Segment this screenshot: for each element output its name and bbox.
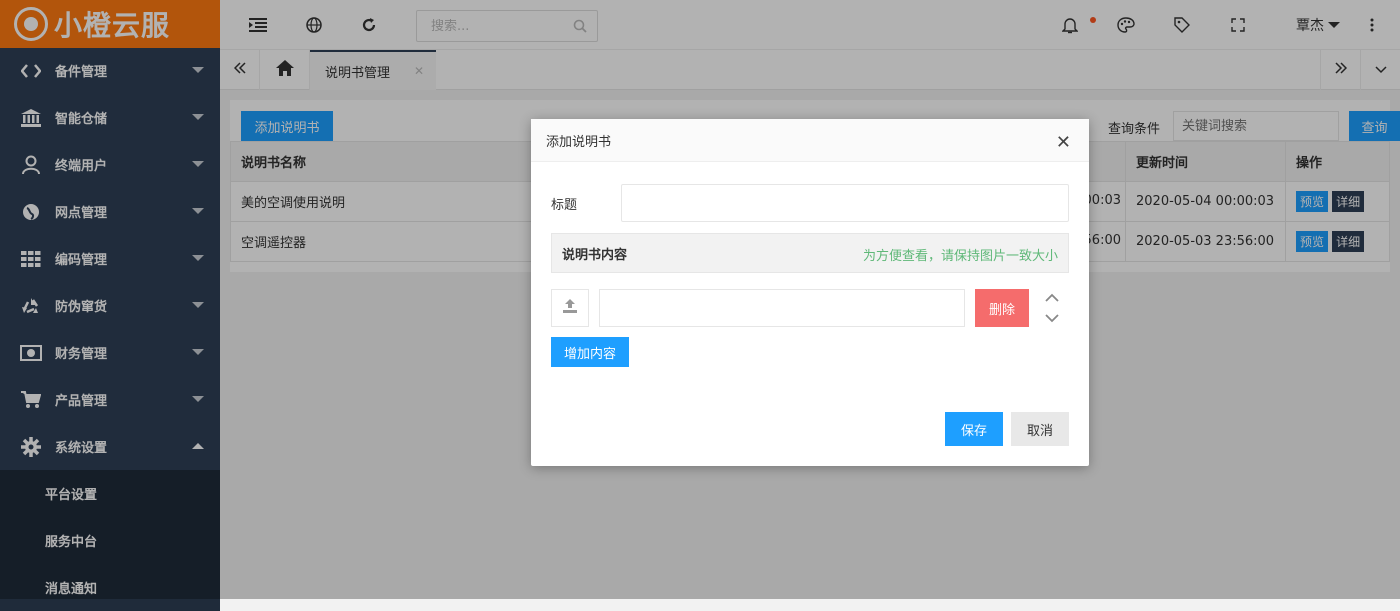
add-content-button[interactable]: 增加内容 <box>551 337 629 367</box>
content-input[interactable] <box>599 289 965 327</box>
title-input[interactable] <box>621 184 1069 222</box>
upload-button[interactable] <box>551 289 589 327</box>
dialog-title: 添加说明书 <box>546 134 612 150</box>
close-icon[interactable]: ✕ <box>1056 132 1071 153</box>
upload-icon <box>562 299 578 317</box>
reorder-controls <box>1045 291 1059 327</box>
title-label: 标题 <box>551 198 578 213</box>
add-manual-dialog: 添加说明书 ✕ 标题 说明书内容 为方便查看，请保持图片一致大小 删除 增加内容… <box>531 119 1089 466</box>
section-title: 说明书内容 <box>562 247 628 263</box>
content-section-header: 说明书内容 为方便查看，请保持图片一致大小 <box>551 233 1069 273</box>
section-tip: 为方便查看，请保持图片一致大小 <box>862 249 1058 264</box>
dialog-header: 添加说明书 <box>531 119 1089 162</box>
chevron-down-icon[interactable] <box>1045 312 1059 327</box>
cancel-button[interactable]: 取消 <box>1011 412 1069 446</box>
chevron-up-icon[interactable] <box>1045 291 1059 306</box>
save-button[interactable]: 保存 <box>945 412 1003 446</box>
delete-button[interactable]: 删除 <box>975 289 1029 327</box>
